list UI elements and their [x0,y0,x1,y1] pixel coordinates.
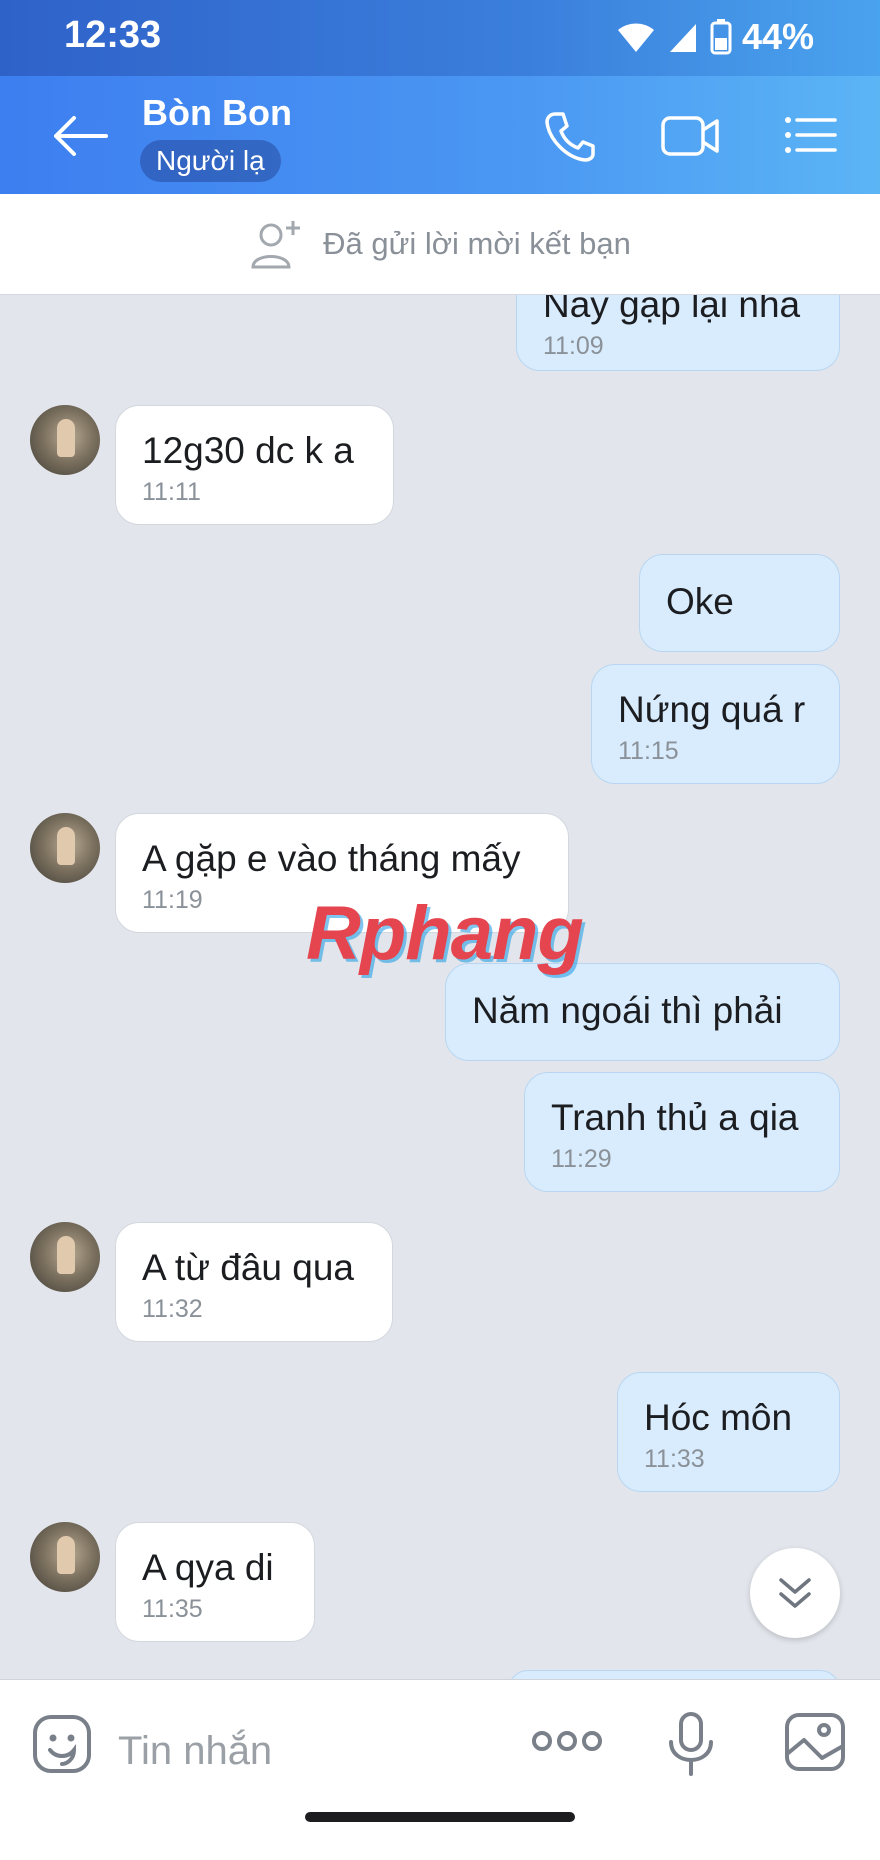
stranger-badge: Người lạ [140,140,281,182]
message-text: Hóc môn [644,1397,793,1438]
status-icons: 44% [616,16,814,58]
signal-icon [669,24,696,52]
video-call-icon[interactable] [655,100,725,170]
message-bubble-incoming[interactable]: 12g30 dc k a 11:11 [115,405,394,525]
status-bar: 12:33 44% [0,0,880,76]
add-friend-icon [251,221,301,269]
message-text: 12g30 dc k a [142,430,354,471]
emoji-sticker-icon[interactable] [30,1712,94,1776]
message-text: Nứng quá r [618,689,806,730]
friend-request-bar: Đã gửi lời mời kết bạn [0,194,880,295]
message-bubble-outgoing[interactable]: Oke [639,554,840,652]
message-time: 11:29 [551,1145,612,1173]
contact-avatar[interactable] [30,1222,100,1292]
message-text: Tranh thủ a qia [551,1097,799,1138]
more-options-icon[interactable] [530,1726,604,1756]
message-bubble-outgoing[interactable]: Hóc môn 11:33 [617,1372,840,1492]
microphone-icon[interactable] [663,1710,719,1778]
message-bubble-outgoing-partial[interactable] [508,1670,840,1679]
message-text: A gặp e vào tháng mấy [142,838,521,879]
message-bubble-incoming[interactable]: A từ đâu qua 11:32 [115,1222,393,1342]
message-bubble-outgoing[interactable]: Năm ngoái thì phải [445,963,840,1061]
status-time: 12:33 [64,14,162,56]
image-gallery-icon[interactable] [782,1710,848,1774]
message-time: 11:32 [142,1295,203,1323]
message-time: 11:33 [644,1445,705,1473]
message-text: Oke [666,581,734,622]
message-text: Nãy gặp lại nha [543,295,801,325]
contact-avatar[interactable] [30,1522,100,1592]
message-time: 11:15 [618,737,679,765]
contact-avatar[interactable] [30,405,100,475]
message-time: 11:35 [142,1595,203,1623]
message-time: 11:09 [543,332,604,360]
phone-call-icon[interactable] [535,100,605,170]
message-list[interactable]: Nãy gặp lại nha 11:09 12g30 dc k a 11:11… [0,295,880,1679]
contact-name[interactable]: Bòn Bon [142,92,292,134]
message-composer [0,1679,880,1860]
message-text: A từ đâu qua [142,1247,354,1288]
watermark-logo: Rphang [306,891,584,976]
contact-avatar[interactable] [30,813,100,883]
friend-request-status: Đã gửi lời mời kết bạn [323,226,631,261]
chat-header: Bòn Bon Người lạ [0,76,880,194]
message-bubble-outgoing[interactable]: Nãy gặp lại nha 11:09 [516,295,840,371]
wifi-icon [617,23,654,52]
message-bubble-outgoing[interactable]: Tranh thủ a qia 11:29 [524,1072,840,1192]
double-chevron-down-icon [779,1578,811,1608]
back-arrow-icon[interactable] [50,112,110,160]
message-text: Năm ngoái thì phải [472,990,783,1031]
message-time: 11:11 [142,478,201,506]
message-bubble-incoming[interactable]: A qya di 11:35 [115,1522,315,1642]
message-text: A qya di [142,1547,274,1588]
home-indicator[interactable] [305,1812,575,1822]
battery-percent: 44% [741,16,814,57]
battery-icon [710,19,732,55]
message-bubble-outgoing[interactable]: Nứng quá r 11:15 [591,664,840,784]
message-input[interactable] [116,1718,500,1784]
menu-list-icon[interactable] [775,100,845,170]
scroll-to-bottom-button[interactable] [750,1548,840,1638]
